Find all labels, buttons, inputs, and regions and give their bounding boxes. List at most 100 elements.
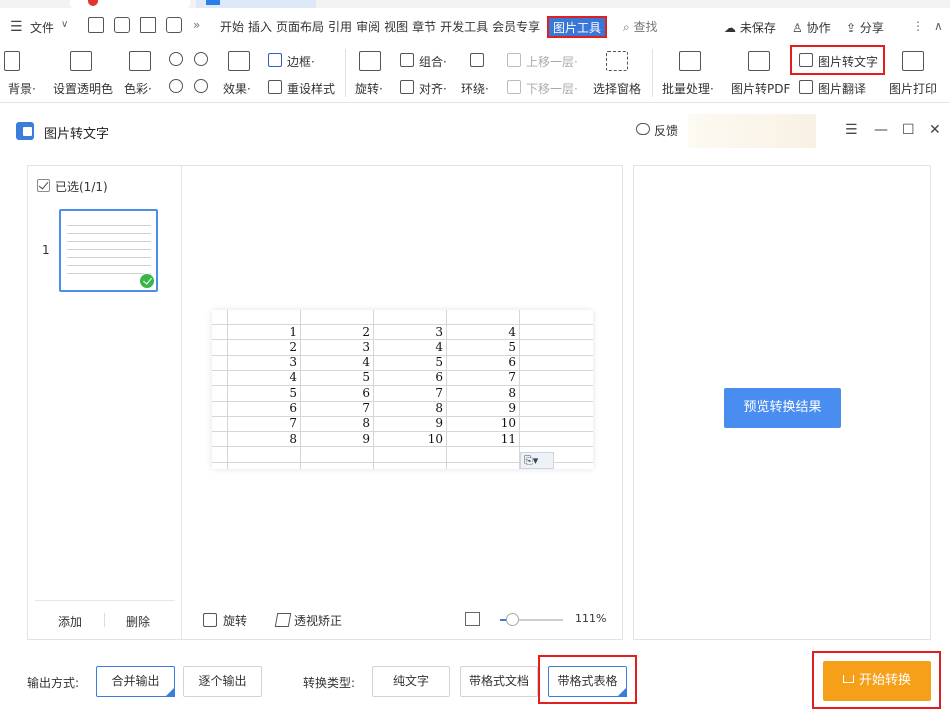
- to-pdf-button[interactable]: 图片转PDF: [731, 80, 790, 97]
- image-thumbnail[interactable]: [59, 209, 158, 292]
- more-options-icon[interactable]: ⋮: [912, 19, 924, 33]
- save-icon[interactable]: [88, 17, 104, 33]
- chevron-down-icon[interactable]: ∨: [61, 19, 68, 30]
- image-to-text-button[interactable]: 图片转文字: [818, 53, 878, 70]
- tab-picture-tools[interactable]: 图片工具: [547, 16, 607, 38]
- unsaved-status[interactable]: ☁ 未保存: [724, 19, 776, 36]
- sheet-cell: 3: [289, 355, 297, 370]
- account-area: [688, 114, 816, 148]
- sheet-cell: 6: [362, 385, 370, 400]
- thumbnail-index: 1: [42, 243, 50, 257]
- start-convert-button[interactable]: 开始转换: [823, 661, 931, 701]
- separate-output-button[interactable]: 逐个输出: [183, 666, 262, 697]
- ribbon-toolbar: 背景· 设置透明色 色彩· 效果· 边框· 重设样式 旋转· 组合· 对齐· 环…: [0, 43, 950, 103]
- image-print-button[interactable]: 图片打印: [889, 80, 937, 97]
- tab-layout[interactable]: 页面布局: [276, 18, 324, 35]
- plain-text-button[interactable]: 纯文字: [372, 666, 450, 697]
- add-button[interactable]: 添加: [58, 613, 82, 630]
- sheet-grid-line: [446, 310, 447, 469]
- reset-style-button[interactable]: 重设样式: [287, 80, 335, 97]
- selected-count: 已选(1/1): [55, 180, 108, 194]
- formatted-table-button[interactable]: 带格式表格: [548, 666, 627, 697]
- hamburger-icon[interactable]: ☰: [10, 19, 23, 35]
- align-button[interactable]: 对齐·: [419, 80, 447, 97]
- tab-references[interactable]: 引用: [328, 18, 352, 35]
- collaborate-button[interactable]: ♙ 协作: [792, 19, 831, 36]
- tab-member[interactable]: 会员专享: [492, 18, 540, 35]
- fit-to-window-icon[interactable]: [465, 612, 480, 626]
- tab-home[interactable]: 开始: [220, 18, 244, 35]
- more-tabs-button[interactable]: »: [193, 18, 200, 32]
- select-all-checkbox[interactable]: [37, 179, 50, 192]
- perspective-icon[interactable]: [274, 613, 292, 627]
- formatted-doc-button[interactable]: 带格式文档: [460, 666, 538, 697]
- merge-output-button[interactable]: 合并输出: [96, 666, 175, 697]
- rotate-right-icon[interactable]: [194, 52, 208, 66]
- sheet-cell: 4: [508, 324, 516, 339]
- print-image-icon: [902, 51, 924, 71]
- selection-pane-button[interactable]: 选择窗格: [593, 80, 641, 97]
- minimize-icon[interactable]: —: [874, 122, 888, 138]
- unsaved-label: 未保存: [739, 21, 776, 35]
- bring-forward-button[interactable]: 上移一层·: [526, 53, 578, 70]
- print-preview-icon[interactable]: [166, 17, 182, 33]
- rotate-left-icon[interactable]: [169, 52, 183, 66]
- close-icon[interactable]: ✕: [929, 122, 941, 138]
- tab-section[interactable]: 章节: [412, 18, 436, 35]
- rotate-button[interactable]: 旋转·: [355, 80, 383, 97]
- tab-developer[interactable]: 开发工具: [440, 18, 488, 35]
- color-icon: [129, 51, 151, 71]
- thumbnail-actions: 添加 删除: [35, 600, 175, 640]
- tab-review[interactable]: 审阅: [356, 18, 380, 35]
- collapse-ribbon-icon[interactable]: ∧: [934, 19, 943, 33]
- user-icon: ♙: [792, 21, 807, 35]
- sheet-cell: 8: [508, 385, 516, 400]
- sheet-cell: 7: [508, 370, 516, 385]
- send-backward-button[interactable]: 下移一层·: [526, 80, 578, 97]
- zoom-slider-thumb[interactable]: [506, 613, 520, 626]
- tab-view[interactable]: 视图: [384, 18, 408, 35]
- tab-insert[interactable]: 插入: [248, 18, 272, 35]
- wrap-icon: [470, 53, 484, 67]
- image-list-panel: 已选(1/1) 1 添加 删除 123423453456456756786789…: [27, 165, 623, 640]
- wrap-button[interactable]: 环绕·: [461, 80, 489, 97]
- feedback-button[interactable]: 反馈: [654, 122, 678, 139]
- share-button[interactable]: ⇪ 分享: [846, 19, 884, 36]
- background-button[interactable]: 背景·: [8, 80, 36, 97]
- dialog-header: 图片转文字 反馈 ☰ — ☐ ✕: [0, 108, 950, 150]
- delete-button[interactable]: 删除: [126, 613, 150, 630]
- border-button[interactable]: 边框·: [287, 53, 315, 70]
- document-tab-inactive[interactable]: [70, 0, 190, 8]
- cloud-icon: ☁: [724, 21, 740, 35]
- brightness-down-icon[interactable]: [194, 79, 208, 93]
- perspective-correction-button[interactable]: 透视矫正: [294, 612, 342, 629]
- image-translate-button[interactable]: 图片翻译: [818, 80, 866, 97]
- border-icon: [268, 53, 282, 67]
- print-icon[interactable]: [140, 17, 156, 33]
- thumbnail-table-preview: [67, 225, 151, 274]
- feedback-icon[interactable]: [636, 123, 650, 135]
- ribbon-separator: [652, 49, 653, 97]
- sheet-cell: 6: [435, 370, 443, 385]
- brightness-up-icon[interactable]: [169, 79, 183, 93]
- export-icon[interactable]: [114, 17, 130, 33]
- search-icon: ⌕: [623, 20, 634, 34]
- sheet-cell: 5: [289, 385, 297, 400]
- rotate-button[interactable]: 旋转: [223, 612, 247, 629]
- menu-file[interactable]: 文件: [30, 19, 54, 36]
- search-button[interactable]: ⌕ 查找: [623, 18, 658, 35]
- effect-button[interactable]: 效果·: [223, 80, 251, 97]
- preview-result-button[interactable]: 预览转换结果: [724, 388, 841, 428]
- share-icon: ⇪: [846, 21, 860, 35]
- menu-icon[interactable]: ☰: [845, 122, 858, 138]
- sheet-cell: 9: [435, 416, 443, 431]
- maximize-icon[interactable]: ☐: [902, 122, 915, 138]
- group-button[interactable]: 组合·: [419, 53, 447, 70]
- set-transparency-button[interactable]: 设置透明色: [53, 80, 113, 97]
- color-button[interactable]: 色彩·: [124, 80, 152, 97]
- sheet-grid-line: [373, 310, 374, 469]
- batch-process-button[interactable]: 批量处理·: [662, 80, 714, 97]
- dialog-title: 图片转文字: [44, 127, 110, 142]
- document-tab-active[interactable]: [196, 0, 316, 8]
- rotate-icon[interactable]: [203, 613, 217, 627]
